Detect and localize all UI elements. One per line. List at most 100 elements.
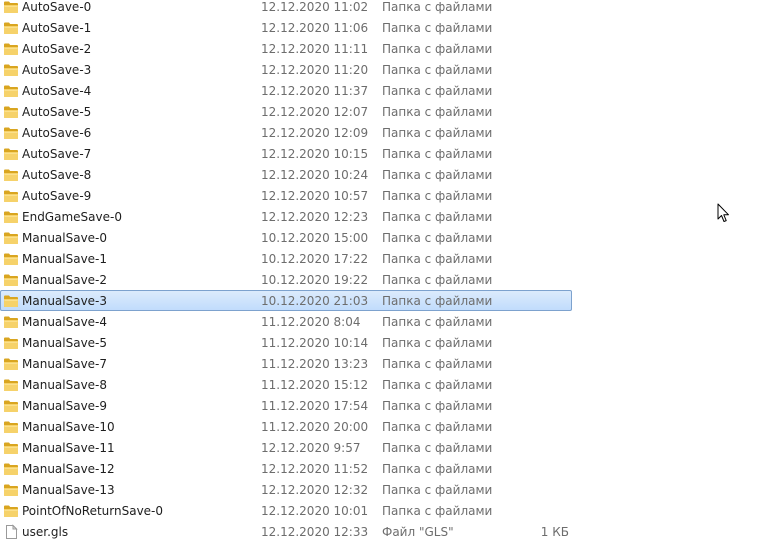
file-type: Папка с файлами	[382, 210, 493, 224]
file-date: 12.12.2020 12:23	[261, 210, 369, 224]
folder-icon	[3, 503, 19, 519]
file-name[interactable]: AutoSave-4	[22, 84, 91, 98]
file-size: 1 КБ	[540, 525, 569, 539]
file-name[interactable]: user.gls	[22, 525, 68, 539]
file-row[interactable]: EndGameSave-0 12.12.2020 12:23 Папка с ф…	[0, 206, 572, 227]
file-name[interactable]: AutoSave-8	[22, 168, 91, 182]
file-row[interactable]: AutoSave-6 12.12.2020 12:09 Папка с файл…	[0, 122, 572, 143]
file-row[interactable]: ManualSave-4 11.12.2020 8:04 Папка с фай…	[0, 311, 572, 332]
file-name[interactable]: ManualSave-12	[22, 462, 115, 476]
file-row[interactable]: AutoSave-1 12.12.2020 11:06 Папка с файл…	[0, 17, 572, 38]
file-row[interactable]: ManualSave-7 11.12.2020 13:23 Папка с фа…	[0, 353, 572, 374]
file-name[interactable]: PointOfNoReturnSave-0	[22, 504, 163, 518]
file-date: 10.12.2020 17:22	[261, 252, 369, 266]
folder-icon	[3, 62, 19, 78]
folder-icon	[3, 146, 19, 162]
file-row[interactable]: AutoSave-4 12.12.2020 11:37 Папка с файл…	[0, 80, 572, 101]
file-row[interactable]: AutoSave-0 12.12.2020 11:02 Папка с файл…	[0, 0, 572, 17]
folder-icon	[3, 0, 19, 15]
folder-icon	[3, 419, 19, 435]
folder-icon	[3, 356, 19, 372]
file-type: Папка с файлами	[382, 420, 493, 434]
file-name[interactable]: AutoSave-5	[22, 105, 91, 119]
file-type: Папка с файлами	[382, 462, 493, 476]
file-date: 12.12.2020 11:02	[261, 0, 369, 14]
file-name[interactable]: AutoSave-0	[22, 0, 91, 14]
file-row[interactable]: ManualSave-5 11.12.2020 10:14 Папка с фа…	[0, 332, 572, 353]
file-date: 11.12.2020 17:54	[261, 399, 369, 413]
file-row[interactable]: ManualSave-8 11.12.2020 15:12 Папка с фа…	[0, 374, 572, 395]
folder-icon	[3, 440, 19, 456]
folder-icon	[3, 167, 19, 183]
file-date: 12.12.2020 12:33	[261, 525, 369, 539]
file-row[interactable]: ManualSave-3 10.12.2020 21:03 Папка с фа…	[0, 290, 572, 311]
file-date: 12.12.2020 11:37	[261, 84, 369, 98]
file-row[interactable]: ManualSave-9 11.12.2020 17:54 Папка с фа…	[0, 395, 572, 416]
file-row[interactable]: AutoSave-3 12.12.2020 11:20 Папка с файл…	[0, 59, 572, 80]
file-name[interactable]: ManualSave-13	[22, 483, 115, 497]
file-type: Папка с файлами	[382, 252, 493, 266]
file-row[interactable]: ManualSave-12 12.12.2020 11:52 Папка с ф…	[0, 458, 572, 479]
file-row[interactable]: AutoSave-7 12.12.2020 10:15 Папка с файл…	[0, 143, 572, 164]
file-type: Папка с файлами	[382, 315, 493, 329]
file-row[interactable]: ManualSave-11 12.12.2020 9:57 Папка с фа…	[0, 437, 572, 458]
folder-icon	[3, 293, 19, 309]
file-row[interactable]: AutoSave-9 12.12.2020 10:57 Папка с файл…	[0, 185, 572, 206]
folder-icon	[3, 314, 19, 330]
file-row[interactable]: AutoSave-8 12.12.2020 10:24 Папка с файл…	[0, 164, 572, 185]
file-type: Папка с файлами	[382, 399, 493, 413]
file-date: 12.12.2020 12:32	[261, 483, 369, 497]
file-icon	[3, 524, 19, 540]
file-row[interactable]: ManualSave-13 12.12.2020 12:32 Папка с ф…	[0, 479, 572, 500]
file-name[interactable]: ManualSave-11	[22, 441, 115, 455]
file-date: 10.12.2020 19:22	[261, 273, 369, 287]
file-name[interactable]: ManualSave-0	[22, 231, 107, 245]
file-name[interactable]: AutoSave-9	[22, 189, 91, 203]
file-name[interactable]: AutoSave-2	[22, 42, 91, 56]
file-date: 12.12.2020 11:52	[261, 462, 369, 476]
file-name[interactable]: ManualSave-1	[22, 252, 107, 266]
file-type: Папка с файлами	[382, 441, 493, 455]
file-name[interactable]: ManualSave-9	[22, 399, 107, 413]
file-type: Папка с файлами	[382, 189, 493, 203]
file-name[interactable]: ManualSave-8	[22, 378, 107, 392]
file-name[interactable]: ManualSave-7	[22, 357, 107, 371]
file-name[interactable]: ManualSave-5	[22, 336, 107, 350]
file-name[interactable]: ManualSave-2	[22, 273, 107, 287]
file-name[interactable]: ManualSave-4	[22, 315, 107, 329]
file-name[interactable]: ManualSave-10	[22, 420, 115, 434]
file-row[interactable]: AutoSave-2 12.12.2020 11:11 Папка с файл…	[0, 38, 572, 59]
file-date: 12.12.2020 11:06	[261, 21, 369, 35]
file-row[interactable]: ManualSave-0 10.12.2020 15:00 Папка с фа…	[0, 227, 572, 248]
file-name[interactable]: AutoSave-7	[22, 147, 91, 161]
folder-icon	[3, 20, 19, 36]
folder-icon	[3, 461, 19, 477]
file-row[interactable]: ManualSave-1 10.12.2020 17:22 Папка с фа…	[0, 248, 572, 269]
file-type: Папка с файлами	[382, 63, 493, 77]
file-date: 12.12.2020 10:57	[261, 189, 369, 203]
file-name[interactable]: AutoSave-1	[22, 21, 91, 35]
file-name[interactable]: EndGameSave-0	[22, 210, 122, 224]
file-type: Папка с файлами	[382, 105, 493, 119]
file-row[interactable]: ManualSave-2 10.12.2020 19:22 Папка с фа…	[0, 269, 572, 290]
file-name[interactable]: AutoSave-6	[22, 126, 91, 140]
file-date: 12.12.2020 9:57	[261, 441, 361, 455]
file-type: Папка с файлами	[382, 21, 493, 35]
file-type: Папка с файлами	[382, 168, 493, 182]
file-name[interactable]: AutoSave-3	[22, 63, 91, 77]
file-row[interactable]: PointOfNoReturnSave-0 12.12.2020 10:01 П…	[0, 500, 572, 521]
file-date: 12.12.2020 10:01	[261, 504, 369, 518]
mouse-pointer-icon	[717, 203, 729, 222]
file-name[interactable]: ManualSave-3	[22, 294, 107, 308]
file-row[interactable]: AutoSave-5 12.12.2020 12:07 Папка с файл…	[0, 101, 572, 122]
file-type: Папка с файлами	[382, 483, 493, 497]
file-row[interactable]: user.gls 12.12.2020 12:33 Файл "GLS" 1 К…	[0, 521, 572, 542]
file-date: 12.12.2020 12:07	[261, 105, 369, 119]
file-date: 11.12.2020 15:12	[261, 378, 369, 392]
folder-icon	[3, 41, 19, 57]
file-date: 11.12.2020 8:04	[261, 315, 361, 329]
file-row[interactable]: ManualSave-10 11.12.2020 20:00 Папка с ф…	[0, 416, 572, 437]
folder-icon	[3, 188, 19, 204]
file-type: Папка с файлами	[382, 147, 493, 161]
file-list: AutoSave-0 12.12.2020 11:02 Папка с файл…	[0, 0, 772, 542]
